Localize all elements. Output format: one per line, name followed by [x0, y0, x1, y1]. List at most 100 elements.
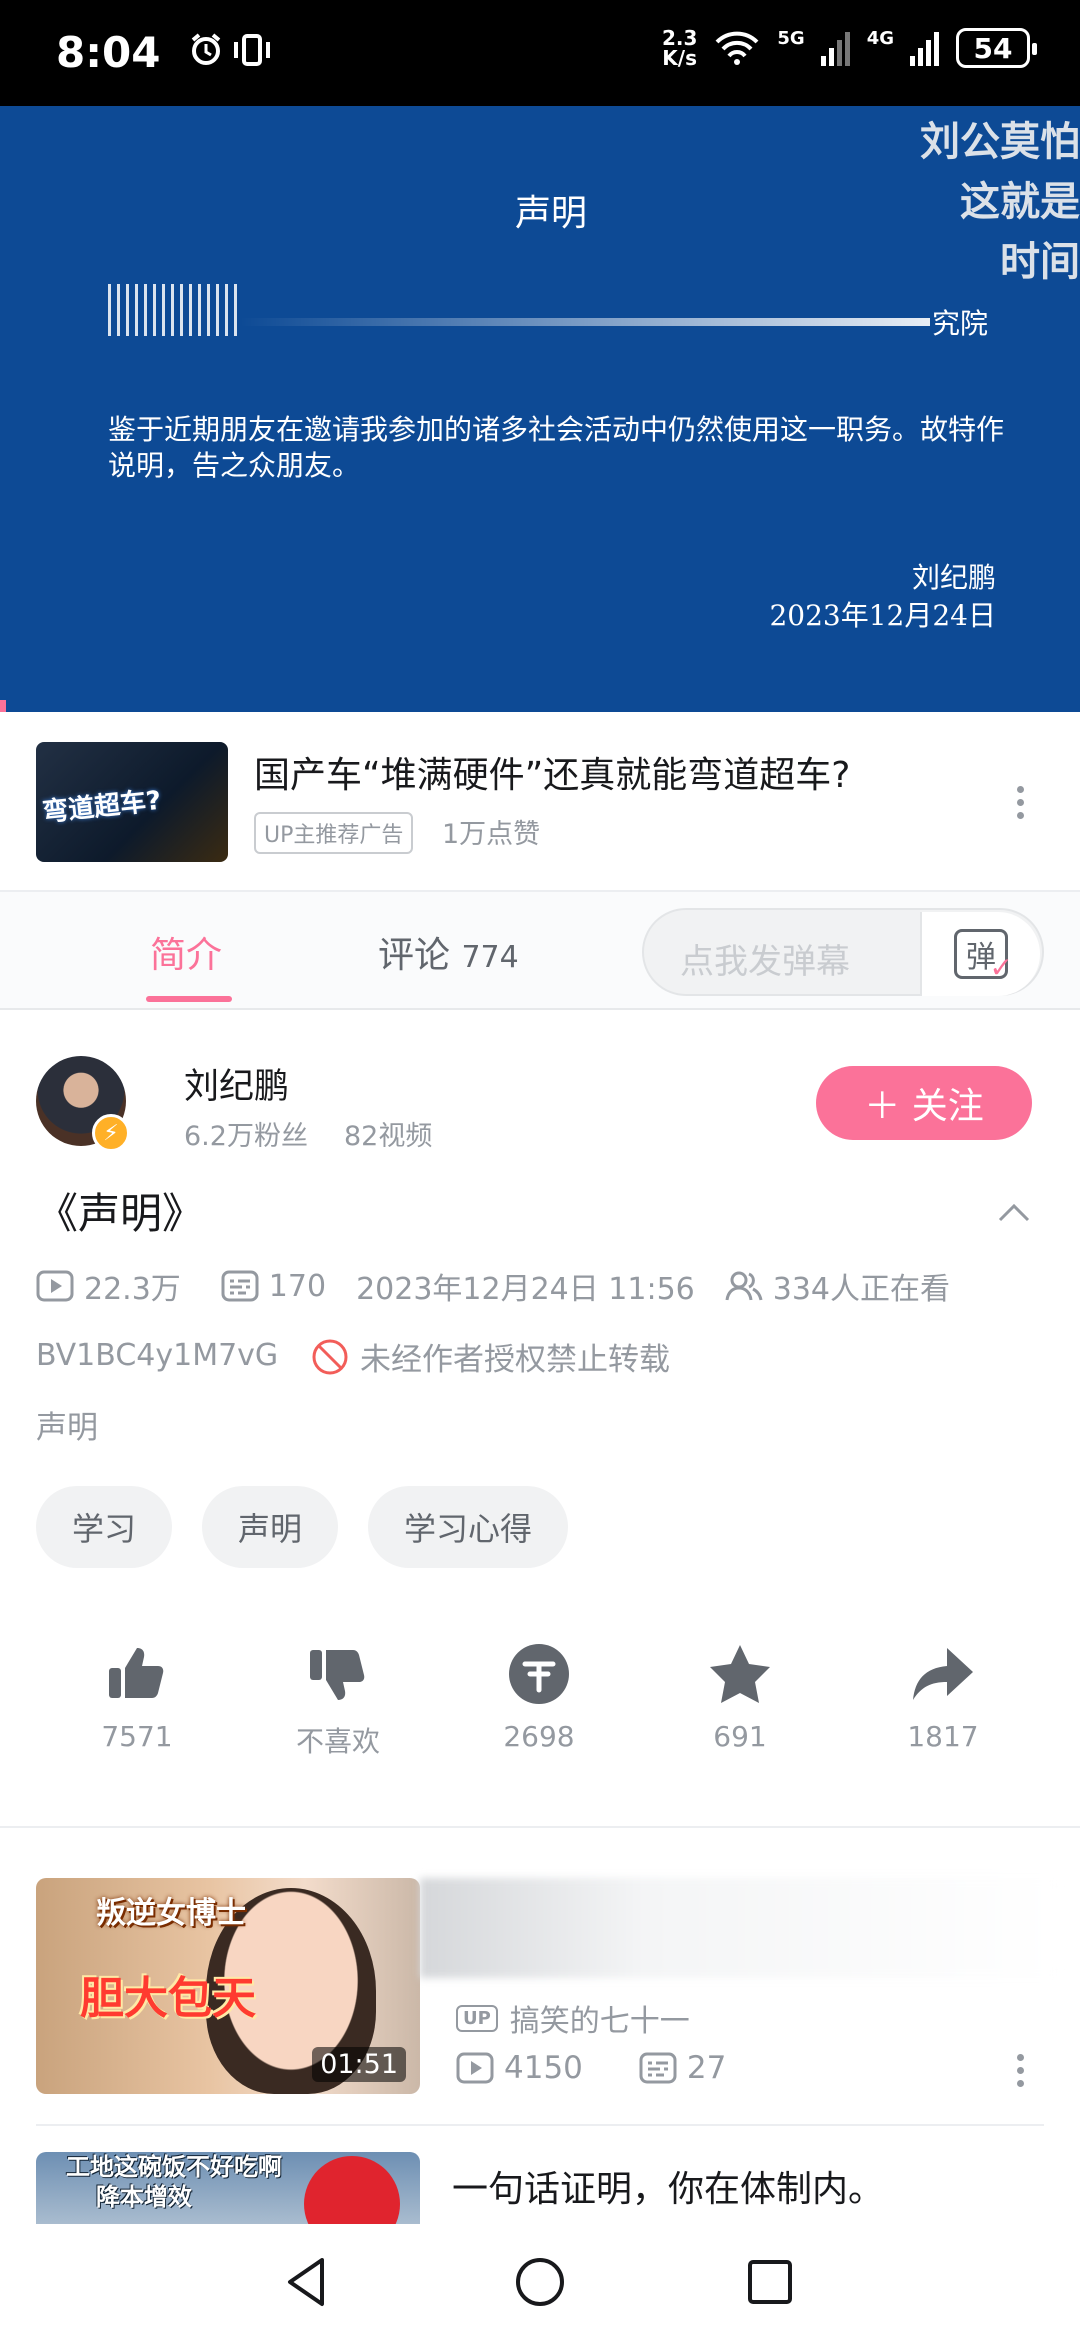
status-time: 8:04: [56, 28, 161, 77]
related-more-icon[interactable]: [1010, 2054, 1030, 2087]
tab-comments-label: 评论: [378, 935, 451, 976]
action-bar: 7571 不喜欢 2698 691 1817: [0, 1642, 1080, 1762]
status-bar: 8:04 2.3 K/s 5G 4G 54: [0, 0, 1080, 106]
uploader-videos: 82视频: [344, 1121, 433, 1152]
tag-chip[interactable]: 声明: [202, 1486, 339, 1568]
danmaku-line: 刘公莫怕: [920, 119, 1080, 165]
video-stats: 22.3万 170 2023年12月24日 11:56 334人正在看: [36, 1264, 950, 1308]
video-date: 2023年12月24日: [769, 599, 996, 632]
related-danmaku-count: 27: [686, 2050, 727, 2086]
dislike-button[interactable]: 不喜欢: [268, 1642, 408, 1760]
dislike-label: 不喜欢: [295, 1725, 380, 1758]
wifi-icon: [715, 31, 759, 65]
ad-more-icon[interactable]: [1010, 786, 1030, 819]
share-count: 1817: [907, 1720, 979, 1753]
video-signer: 刘纪鹏: [911, 561, 996, 594]
favorite-count: 691: [713, 1720, 767, 1753]
no-repost-notice: 未经作者授权禁止转载: [310, 1334, 670, 1379]
coin-count: 2698: [503, 1720, 575, 1753]
sim1-network-type: 5G: [777, 27, 805, 49]
danmaku-count-icon: [221, 1270, 259, 1302]
share-arrow-icon: [913, 1648, 973, 1700]
net-speed-value: 2.3: [661, 26, 698, 50]
ad-title[interactable]: 国产车“堆满硬件”还真就能弯道超车?: [254, 746, 850, 798]
coin-button[interactable]: 2698: [469, 1642, 609, 1753]
favorite-button[interactable]: 691: [670, 1642, 810, 1753]
thumbnail-helmet: [304, 2156, 400, 2224]
danmaku-placeholder: 点我发弹幕: [680, 942, 850, 982]
back-icon[interactable]: [278, 2252, 338, 2312]
prohibited-icon: [312, 1339, 348, 1374]
publish-datetime: 2023年12月24日 11:56: [356, 1272, 695, 1307]
signal-icon: [820, 32, 850, 66]
battery-icon: 54: [956, 28, 1037, 68]
uploader-fans: 6.2万粉丝: [184, 1121, 308, 1152]
danmaku-input[interactable]: 点我发弹幕 弹 ✓: [642, 908, 1044, 996]
ad-tag: UP主推荐广告: [254, 812, 414, 854]
video-description: 声明: [36, 1410, 98, 1446]
signal-icon: [910, 32, 939, 66]
play-count-icon: [36, 1270, 74, 1302]
lightning-badge-icon: ⚡: [92, 1114, 130, 1152]
thumbnail-caption: 胆大包天: [80, 1973, 256, 2024]
video-doc-title: 声明: [514, 193, 587, 234]
alarm-icon: [191, 33, 221, 65]
home-icon[interactable]: [510, 2252, 570, 2312]
thumbs-up-icon: [109, 1648, 164, 1698]
sim2-network-type: 4G: [866, 27, 894, 49]
watching-count: 334人正在看: [772, 1272, 951, 1307]
playback-progress[interactable]: [0, 700, 6, 712]
video-org-fragment: 究院: [932, 307, 989, 340]
uploader-name[interactable]: 刘纪鹏: [184, 1058, 289, 1109]
related-divider: [36, 2124, 1044, 2126]
system-nav-bar: [0, 2224, 1080, 2340]
play-count-icon: [456, 2052, 494, 2084]
ad-thumbnail[interactable]: 弯道超车?: [36, 742, 228, 862]
video-redacted-streak: [240, 318, 930, 326]
danmaku-settings-button[interactable]: 弹 ✓: [920, 912, 1040, 996]
thumbnail-caption-line: 降本增效: [96, 2183, 192, 2211]
no-repost-text: 未经作者授权禁止转载: [360, 1342, 670, 1378]
ad-row[interactable]: 弯道超车? 国产车“堆满硬件”还真就能弯道超车? UP主推荐广告 1万点赞: [0, 712, 1080, 892]
video-body-text: 鉴于近期朋友在邀请我参加的诸多社会活动中仍然使用这一职务。故特作说明，告之众朋友…: [108, 413, 1005, 482]
thumbnail-caption-line: 工地这碗饭不好吃啊: [66, 2153, 282, 2181]
recents-icon[interactable]: [740, 2252, 800, 2312]
tab-active-indicator: [146, 996, 232, 1002]
follow-button[interactable]: ＋ 关注: [816, 1066, 1032, 1140]
danmaku-line: 这就是: [960, 179, 1080, 225]
net-speed: 2.3 K/s: [662, 28, 697, 68]
share-button[interactable]: 1817: [873, 1642, 1013, 1753]
video-title: 《声明》: [36, 1189, 205, 1238]
ad-likes: 1万点赞: [442, 819, 541, 850]
section-divider: [0, 1826, 1080, 1828]
status-left-icons: [188, 32, 272, 68]
chevron-up-icon[interactable]: [996, 1194, 1032, 1230]
related-uploader-name: 搞笑的七十一: [509, 2004, 690, 2039]
related-video-uploader[interactable]: UP 搞笑的七十一: [456, 1996, 690, 2040]
tab-intro[interactable]: 简介: [150, 926, 222, 978]
related-video-thumbnail[interactable]: 叛逆女博士 胆大包天 01:51: [36, 1878, 420, 2094]
thumbs-down-icon: [310, 1650, 365, 1700]
coin-icon: [509, 1644, 569, 1704]
danmaku-line: 时间: [1000, 239, 1080, 285]
tab-comments[interactable]: 评论 774: [378, 926, 519, 978]
danmaku-count: 170: [268, 1268, 327, 1304]
video-redacted-text: [108, 284, 240, 336]
bvid: BV1BC4y1M7vG: [36, 1338, 279, 1373]
like-button[interactable]: 7571: [67, 1642, 207, 1753]
tag-chip[interactable]: 学习: [36, 1486, 173, 1568]
viewers-icon: [725, 1271, 763, 1301]
ad-thumbnail-text: 弯道超车?: [41, 785, 163, 829]
related-video-title-blurred[interactable]: [420, 1878, 1060, 1978]
danmaku-count-icon: [639, 2052, 677, 2084]
related-video-thumbnail[interactable]: 工地这碗饭不好吃啊 降本增效: [36, 2152, 420, 2224]
thumbnail-caption: 工地这碗饭不好吃啊 降本增效: [66, 2152, 282, 2212]
video-player[interactable]: 声明 究院 鉴于近期朋友在邀请我参加的诸多社会活动中仍然使用这一职务。故特作说明…: [0, 106, 1080, 712]
tag-chip[interactable]: 学习心得: [368, 1486, 569, 1568]
status-right: 2.3 K/s 5G 4G 54: [662, 27, 1037, 68]
vibrate-icon: [234, 34, 270, 66]
danmaku-toggle-icon: 弹 ✓: [954, 929, 1013, 984]
like-count: 7571: [101, 1720, 173, 1753]
check-icon: ✓: [989, 951, 1013, 984]
related-video-title[interactable]: 一句话证明，你在体制内。: [452, 2160, 884, 2212]
